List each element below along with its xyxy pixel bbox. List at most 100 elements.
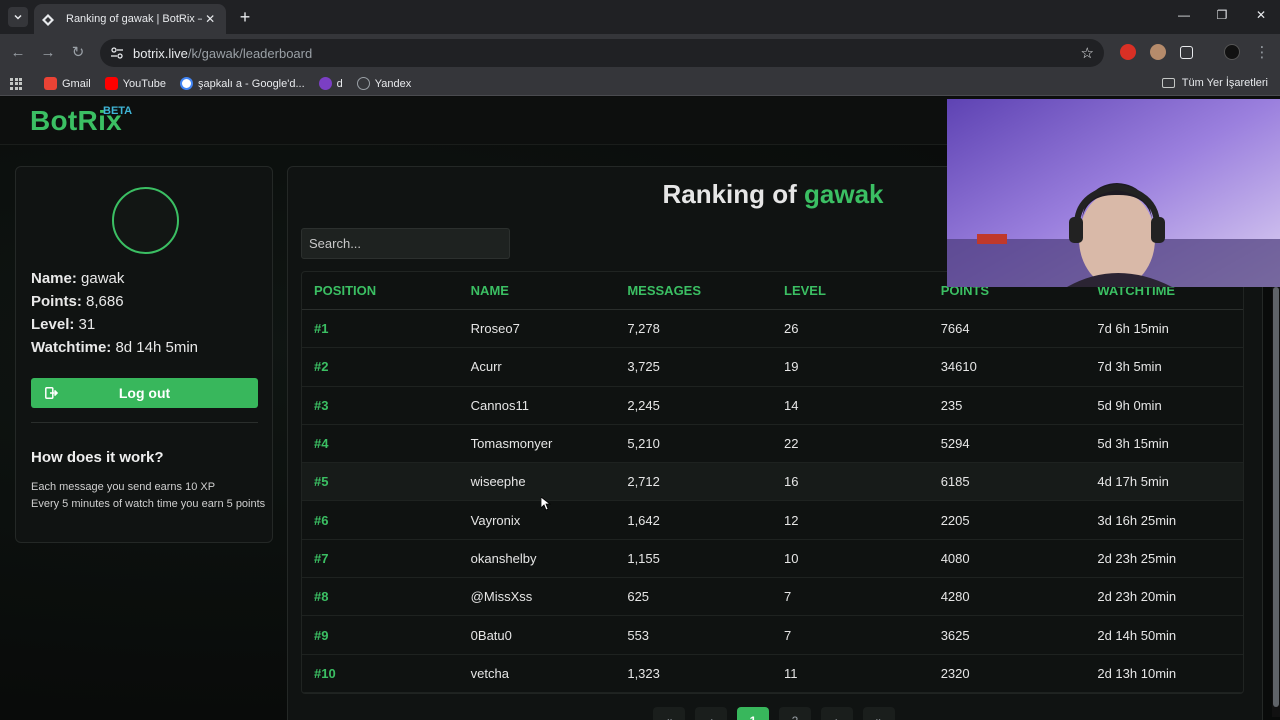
table-row[interactable]: #7 okanshelby 1,155 10 4080 2d 23h 25min (302, 540, 1243, 579)
restore-button[interactable]: ❐ (1210, 8, 1234, 26)
url-host: botrix.live (133, 45, 188, 61)
first-page-button[interactable]: « (653, 707, 685, 720)
table-row[interactable]: #3 Cannos11 2,245 14 235 5d 9h 0min (302, 387, 1243, 425)
last-page-button[interactable]: » (863, 707, 895, 720)
browser-menu-icon[interactable]: ⋮ (1252, 43, 1272, 63)
scroll-thumb[interactable] (1273, 287, 1279, 707)
cell-messages: 1,155 (627, 550, 660, 566)
cell-pos: #1 (314, 321, 329, 337)
column-header[interactable]: NAME (459, 283, 616, 298)
profile-points: Points: 8,686 (31, 293, 124, 310)
column-header[interactable]: LEVEL (772, 283, 929, 298)
page-scrollbar[interactable] (1272, 287, 1280, 717)
cell-pos: #6 (314, 512, 329, 528)
bookmark-label: şapkalı a - Google'd... (197, 77, 305, 90)
bookmarks-bar: Gmail YouTube şapkalı a - Google'd... d … (0, 72, 1280, 96)
table-body: #1 Rroseo7 7,278 26 7664 7d 6h 15min #2 Acurr 3,… (302, 310, 1243, 693)
address-bar[interactable]: botrix.live/k/gawak/leaderboard ☆ (100, 39, 1104, 67)
table-row[interactable]: #1 Rroseo7 7,278 26 7664 7d 6h 15min (302, 310, 1243, 349)
bookmark-star-icon[interactable]: ☆ (1081, 44, 1094, 62)
bookmark-yandex[interactable]: Yandex (356, 77, 411, 90)
site-settings-icon[interactable] (110, 46, 124, 60)
cell-points: 5294 (940, 436, 970, 452)
cell-points: 4080 (940, 550, 970, 566)
cell-pos: #9 (314, 627, 329, 643)
google-icon (179, 77, 193, 90)
cell-level: 19 (784, 359, 799, 375)
cell-pos: #8 (314, 589, 329, 605)
table-row[interactable]: #2 Acurr 3,725 19 34610 7d 3h 5min (302, 348, 1243, 387)
cell-name: Rroseo7 (470, 321, 520, 337)
page-1-button[interactable]: 1 (737, 707, 769, 720)
reload-button[interactable]: ↻ (68, 43, 88, 63)
cell-messages: 1,642 (627, 512, 660, 528)
cell-watch: 3d 16h 25min (1097, 512, 1177, 528)
youtube-icon (104, 77, 118, 90)
bookmark-google-search[interactable]: şapkalı a - Google'd... (179, 77, 305, 90)
cell-points: 6185 (940, 474, 970, 490)
cell-watch: 7d 6h 15min (1097, 321, 1169, 337)
how-it-works-points: Every 5 minutes of watch time you earn 5… (31, 498, 266, 510)
extensions-puzzle-icon[interactable] (1180, 46, 1193, 59)
profile-card: Name: gawak Points: 8,686 Level: 31 Watc… (15, 166, 273, 543)
cell-level: 26 (784, 321, 799, 337)
minimize-button[interactable]: — (1172, 8, 1196, 26)
column-header[interactable]: POSITION (302, 283, 459, 298)
cell-watch: 5d 9h 0min (1097, 397, 1162, 413)
cell-watch: 2d 14h 50min (1097, 627, 1177, 643)
close-window-button[interactable]: ✕ (1249, 8, 1273, 26)
sign-out-icon (45, 387, 59, 399)
bookmark-gmail[interactable]: Gmail (44, 77, 91, 90)
cell-pos: #10 (314, 665, 336, 681)
bookmark-label: d (336, 77, 343, 90)
browser-tab-active[interactable]: Ranking of gawak | BotRix — Ch ✕ (34, 4, 226, 34)
tab-search-button[interactable] (8, 7, 28, 27)
cell-messages: 2,245 (627, 397, 660, 413)
profile-avatar-icon[interactable] (1224, 44, 1240, 60)
search-input[interactable] (301, 228, 510, 259)
table-row[interactable]: #10 vetcha 1,323 11 2320 2d 13h 10min (302, 655, 1243, 693)
extension-tp-icon[interactable] (1120, 44, 1136, 60)
apps-grid-icon[interactable] (10, 77, 22, 90)
profile-watchtime: Watchtime: 8d 14h 5min (31, 339, 199, 356)
tab-title: Ranking of gawak | BotRix — Ch (66, 13, 202, 25)
url-path: /k/gawak/leaderboard (187, 45, 313, 61)
bookmark-youtube[interactable]: YouTube (104, 77, 166, 90)
cell-name: wiseephe (470, 474, 526, 490)
cell-name: vetcha (470, 665, 509, 681)
table-row[interactable]: #9 0Batu0 553 7 3625 2d 14h 50min (302, 616, 1243, 655)
cell-points: 2320 (940, 665, 970, 681)
mouse-cursor-icon (541, 497, 551, 511)
next-page-button[interactable]: › (821, 707, 853, 720)
cell-pos: #2 (314, 359, 329, 375)
bookmark-label: YouTube (122, 77, 166, 90)
close-tab-icon[interactable]: ✕ (202, 12, 218, 26)
extension-avatar-icon[interactable] (1150, 44, 1166, 60)
table-row[interactable]: #4 Tomasmonyer 5,210 22 5294 5d 3h 15min (302, 425, 1243, 464)
new-tab-button[interactable]: + (235, 7, 255, 27)
table-row[interactable]: #8 @MissXss 625 7 4280 2d 23h 20min (302, 578, 1243, 617)
table-row[interactable]: #5 wiseephe 2,712 16 6185 4d 17h 5min (302, 463, 1243, 502)
cell-name: Tomasmonyer (470, 436, 553, 452)
column-header[interactable]: MESSAGES (615, 283, 772, 298)
logout-button[interactable]: Log out (31, 378, 258, 408)
cell-name: Cannos11 (470, 397, 529, 413)
cell-level: 7 (784, 589, 792, 605)
cell-messages: 5,210 (627, 436, 660, 452)
how-it-works-xp: Each message you send earns 10 XP (31, 481, 216, 493)
cell-pos: #4 (314, 436, 329, 452)
cell-points: 3625 (940, 627, 970, 643)
profile-level: Level: 31 (31, 316, 96, 333)
back-button[interactable]: ← (8, 43, 28, 63)
forward-button[interactable]: → (38, 43, 58, 63)
bookmark-d[interactable]: d (318, 77, 343, 90)
chevron-down-icon (14, 14, 22, 20)
cell-level: 10 (784, 550, 799, 566)
browser-toolbar: ← → ↻ botrix.live/k/gawak/leaderboard ☆ … (0, 34, 1280, 72)
page-2-button[interactable]: 2 (779, 707, 811, 720)
cell-points: 235 (940, 397, 963, 413)
bookmark-label: Gmail (62, 77, 91, 90)
all-bookmarks-button[interactable]: Tüm Yer İşaretleri (1161, 77, 1268, 89)
table-row[interactable]: #6 Vayronix 1,642 12 2205 3d 16h 25min (302, 501, 1243, 540)
prev-page-button[interactable]: ‹ (695, 707, 727, 720)
